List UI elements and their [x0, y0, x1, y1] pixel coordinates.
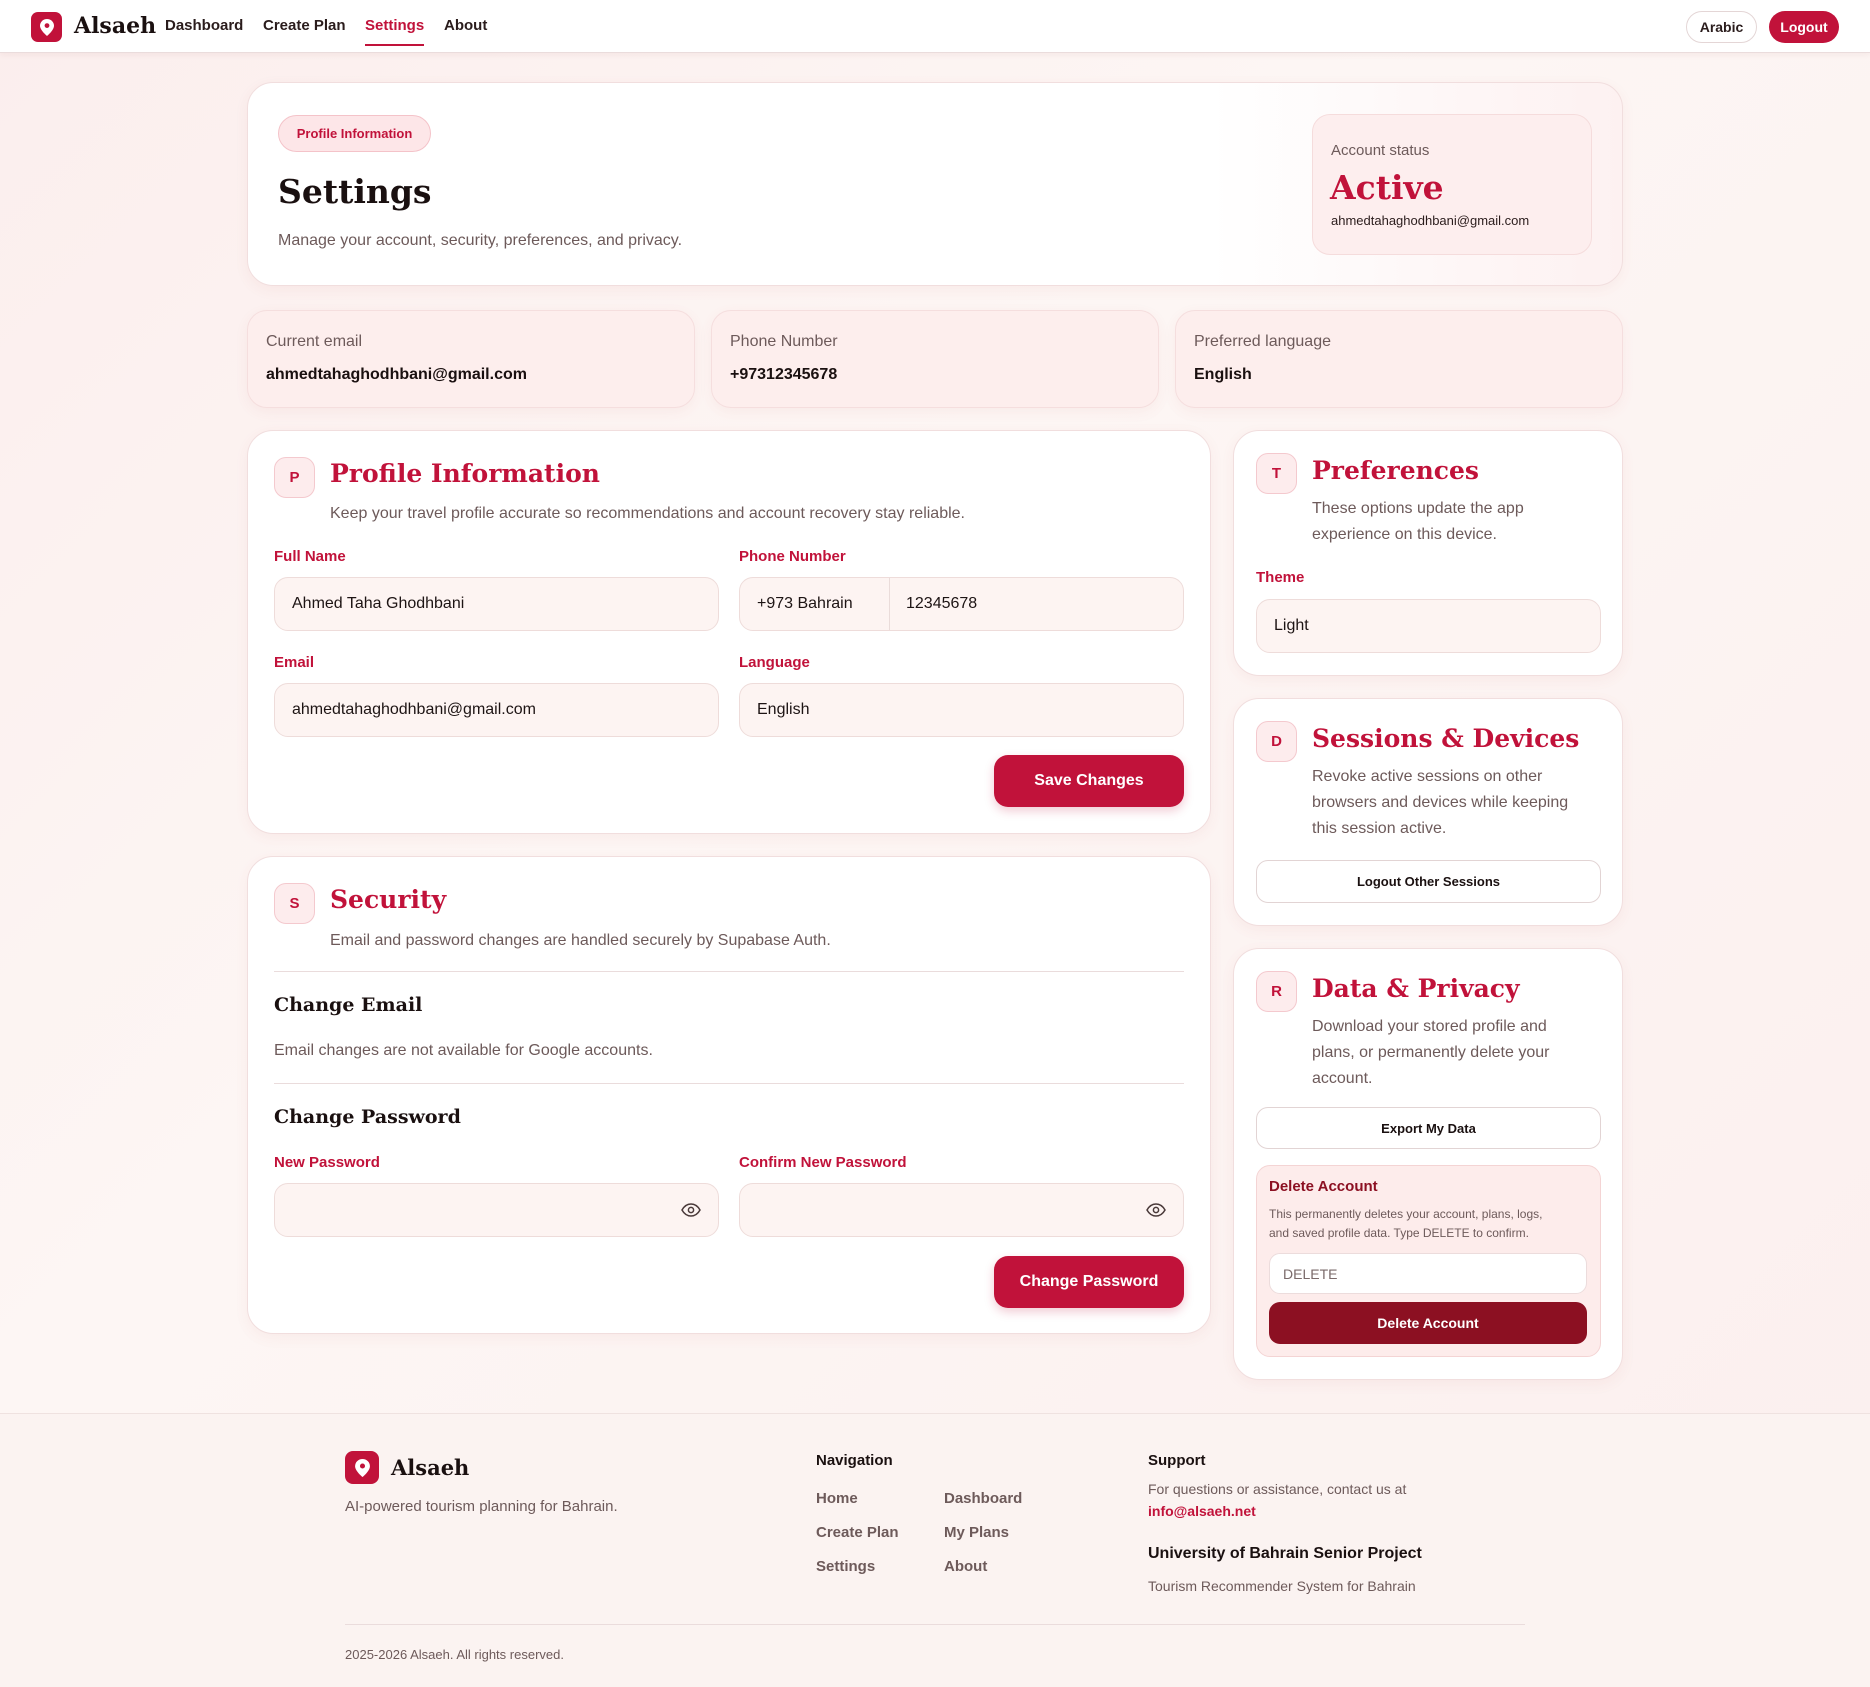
footer-support-email[interactable]: info@alsaeh.net	[1148, 1503, 1256, 1519]
export-my-data-button[interactable]: Export My Data	[1256, 1107, 1601, 1149]
top-nav: Alsaeh Dashboard Create Plan Settings Ab…	[0, 0, 1870, 53]
new-password-input[interactable]	[274, 1183, 719, 1237]
sessions-badge: D	[1256, 721, 1297, 762]
preferred-language-value: English	[1194, 366, 1252, 383]
nav-dashboard[interactable]: Dashboard	[165, 17, 243, 34]
security-section-title: Security	[330, 885, 447, 914]
current-email-label: Current email	[266, 333, 363, 350]
sessions-description-line1: Revoke active sessions on other	[1312, 768, 1543, 785]
account-status-label: Account status	[1331, 142, 1430, 159]
privacy-badge: R	[1256, 971, 1297, 1012]
footer-brand: Alsaeh	[391, 1455, 470, 1480]
phone-number-field-label: Phone Number	[739, 548, 846, 565]
security-badge: S	[274, 883, 315, 924]
current-email-value: ahmedtahaghodhbani@gmail.com	[266, 366, 527, 383]
footer-support-heading: Support	[1148, 1452, 1206, 1469]
delete-confirm-input[interactable]: DELETE	[1269, 1253, 1587, 1294]
footer-link-home[interactable]: Home	[816, 1490, 858, 1507]
page-title: Settings	[278, 172, 432, 211]
preferences-section-title: Preferences	[1312, 456, 1479, 485]
profile-section-description: Keep your travel profile accurate so rec…	[330, 505, 965, 522]
delete-account-title: Delete Account	[1269, 1178, 1378, 1195]
nav-settings[interactable]: Settings	[365, 17, 424, 34]
footer-divider	[345, 1624, 1525, 1625]
privacy-description-line2: plans, or permanently delete your	[1312, 1044, 1550, 1061]
phone-number-group: +973 Bahrain 12345678	[739, 577, 1184, 631]
delete-account-button[interactable]: Delete Account	[1269, 1302, 1587, 1344]
full-name-label: Full Name	[274, 548, 346, 565]
nav-create-plan[interactable]: Create Plan	[263, 17, 346, 34]
logo-mark[interactable]	[31, 12, 62, 42]
preferred-language-card	[1175, 310, 1623, 408]
security-divider-2	[274, 1083, 1184, 1084]
confirm-password-label: Confirm New Password	[739, 1154, 907, 1171]
footer-link-settings[interactable]: Settings	[816, 1558, 875, 1575]
account-status-value: Active	[1330, 168, 1444, 207]
theme-select[interactable]: Light	[1256, 599, 1601, 653]
preferences-description-line1: These options update the app	[1312, 500, 1524, 517]
change-password-button[interactable]: Change Password	[994, 1256, 1184, 1308]
logout-other-sessions-button[interactable]: Logout Other Sessions	[1256, 860, 1601, 903]
email-input[interactable]: ahmedtahaghodhbani@gmail.com	[274, 683, 719, 737]
privacy-section-title: Data & Privacy	[1312, 974, 1520, 1003]
footer-link-my-plans[interactable]: My Plans	[944, 1524, 1009, 1541]
change-password-title: Change Password	[274, 1106, 461, 1128]
nav-active-indicator	[365, 44, 424, 46]
language-label: Language	[739, 654, 810, 671]
eye-icon[interactable]	[1146, 1203, 1166, 1217]
preferences-badge: T	[1256, 453, 1297, 494]
phone-number-value: +97312345678	[730, 366, 838, 383]
eye-icon[interactable]	[681, 1203, 701, 1217]
footer-link-dashboard[interactable]: Dashboard	[944, 1490, 1022, 1507]
phone-number-label: Phone Number	[730, 333, 838, 350]
profile-information-pill: Profile Information	[278, 115, 431, 152]
privacy-description-line3: account.	[1312, 1070, 1373, 1087]
confirm-password-input[interactable]	[739, 1183, 1184, 1237]
security-section-description: Email and password changes are handled s…	[330, 932, 831, 949]
page-subtitle: Manage your account, security, preferenc…	[278, 232, 683, 249]
footer	[0, 1413, 1870, 1687]
sessions-section-title: Sessions & Devices	[1312, 724, 1580, 753]
delete-account-text-line1: This permanently deletes your account, p…	[1269, 1207, 1543, 1221]
save-changes-button[interactable]: Save Changes	[994, 755, 1184, 807]
language-toggle-button[interactable]: Arabic	[1686, 11, 1757, 43]
email-label: Email	[274, 654, 315, 671]
security-divider	[274, 971, 1184, 972]
logout-button[interactable]: Logout	[1769, 11, 1839, 43]
change-email-note: Email changes are not available for Goog…	[274, 1042, 653, 1059]
new-password-label: New Password	[274, 1154, 380, 1171]
footer-project-subtitle: Tourism Recommender System for Bahrain	[1148, 1578, 1416, 1594]
footer-link-create-plan[interactable]: Create Plan	[816, 1524, 899, 1541]
preferred-language-label: Preferred language	[1194, 333, 1331, 350]
privacy-description-line1: Download your stored profile and	[1312, 1018, 1547, 1035]
footer-navigation-heading: Navigation	[816, 1452, 893, 1469]
map-pin-icon	[39, 18, 54, 36]
account-status-email: ahmedtahaghodhbani@gmail.com	[1331, 213, 1530, 228]
theme-label: Theme	[1256, 569, 1305, 586]
map-pin-icon	[354, 1458, 370, 1477]
full-name-input[interactable]: Ahmed Taha Ghodhbani	[274, 577, 719, 631]
phone-country-select[interactable]: +973 Bahrain	[740, 578, 890, 630]
phone-number-card	[711, 310, 1159, 408]
change-email-title: Change Email	[274, 994, 423, 1016]
footer-project-title: University of Bahrain Senior Project	[1148, 1545, 1422, 1562]
footer-link-about[interactable]: About	[944, 1558, 987, 1575]
footer-copyright: 2025-2026 Alsaeh. All rights reserved.	[345, 1647, 564, 1662]
sessions-description-line3: this session active.	[1312, 820, 1447, 837]
sessions-description-line2: browsers and devices while keeping	[1312, 794, 1569, 811]
brand-name[interactable]: Alsaeh	[74, 13, 156, 39]
nav-about[interactable]: About	[444, 17, 487, 34]
delete-account-text-line2: and saved profile data. Type DELETE to c…	[1269, 1226, 1529, 1240]
footer-logo-mark	[345, 1451, 379, 1484]
preferences-description-line2: experience on this device.	[1312, 526, 1497, 543]
phone-number-input[interactable]: 12345678	[890, 595, 977, 613]
footer-tagline: AI-powered tourism planning for Bahrain.	[345, 1498, 618, 1515]
footer-support-text: For questions or assistance, contact us …	[1148, 1481, 1407, 1497]
profile-section-title: Profile Information	[330, 459, 600, 488]
current-email-card	[247, 310, 695, 408]
language-select[interactable]: English	[739, 683, 1184, 737]
profile-badge: P	[274, 457, 315, 498]
